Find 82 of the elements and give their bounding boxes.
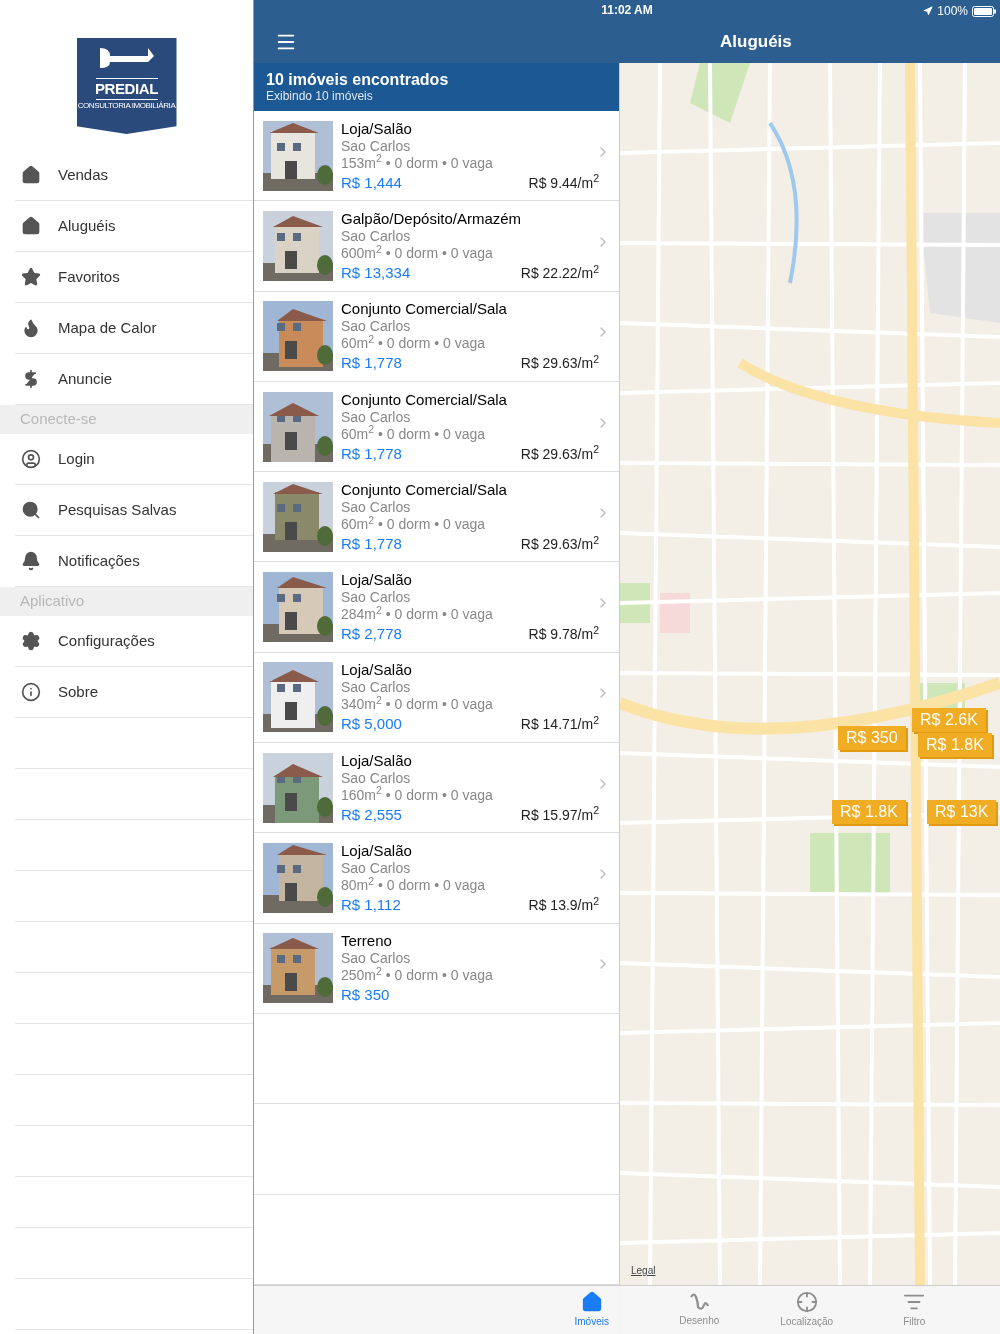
listing-price: R$ 5,000 xyxy=(341,714,402,734)
home-icon xyxy=(21,165,41,185)
status-time: 11:02 AM xyxy=(601,2,653,19)
price-per-area: R$ 29.63/m$^{2}$ xyxy=(520,534,599,553)
menu-item[interactable]: Anuncie xyxy=(15,354,253,404)
listing-price: R$ 350 xyxy=(341,985,390,1005)
listing-details: 80m$^{2}$ • 0 dorm • 0 vaga xyxy=(341,877,487,894)
listing-city: Sao Carlos xyxy=(341,318,412,335)
battery-icon xyxy=(972,5,996,17)
listing-details: 600m$^{2}$ • 0 dorm • 0 vaga xyxy=(341,244,494,262)
listing-details: 60m$^{2}$ • 0 dorm • 0 vaga xyxy=(341,515,487,533)
price-per-area: R$ 9.44/m$^{2}$ xyxy=(528,173,599,192)
listing-price: R$ 1,778 xyxy=(341,443,402,463)
listing-type: Loja/Salão xyxy=(341,751,413,770)
listing-details: 153m$^{2}$ • 0 dorm • 0 vaga xyxy=(341,154,494,172)
price-per-area: R$ 15.97/m$^{2}$ xyxy=(520,805,599,824)
results-count: 10 imóveis encontrados xyxy=(266,70,450,89)
logo-name: PREDIAL xyxy=(94,79,159,99)
listing-details: 250m$^{2}$ • 0 dorm • 0 vaga xyxy=(341,967,494,985)
listing-price: R$ 1,112 xyxy=(341,895,401,914)
menu-item[interactable]: Pesquisas Salvas xyxy=(15,485,253,535)
listing-type: Loja/Salão xyxy=(341,842,413,860)
listing-details: 60m$^{2}$ • 0 dorm • 0 vaga xyxy=(341,335,487,353)
locate-icon xyxy=(795,1291,818,1313)
price-per-area: R$ 29.63/m$^{2}$ xyxy=(520,354,599,373)
legal-link[interactable]: Legal xyxy=(631,1263,656,1278)
listing-type: Loja/Salão xyxy=(341,661,413,680)
price-per-area: R$ 14.71/m$^{2}$ xyxy=(520,715,599,734)
listing-details: 340m$^{2}$ • 0 dorm • 0 vaga xyxy=(341,696,494,714)
price-per-area: R$ 22.22/m$^{2}$ xyxy=(520,263,599,282)
price-per-area: R$ 13.9/m$^{2}$ xyxy=(528,896,599,914)
user-icon xyxy=(21,449,41,469)
listing-type: Galpão/Depósito/Armazém xyxy=(341,209,523,228)
listing-price: R$ 1,444 xyxy=(341,172,402,192)
listing-price: R$ 1,778 xyxy=(341,353,402,373)
star-icon xyxy=(21,267,41,287)
info-icon xyxy=(21,682,41,702)
menu-item[interactable]: Configurações xyxy=(15,616,253,666)
bell-icon xyxy=(21,551,41,571)
menu-item[interactable]: Mapa de Calor xyxy=(15,303,253,353)
listing-city: Sao Carlos xyxy=(341,227,412,245)
results-subtitle: Exibindo 10 imóveis xyxy=(266,89,374,104)
menu-item[interactable]: Sobre xyxy=(15,667,253,717)
search-icon xyxy=(21,500,41,520)
price-per-area: R$ 9.78/m$^{2}$ xyxy=(528,625,599,644)
listing-city: Sao Carlos xyxy=(341,950,412,967)
listing-price: R$ 2,778 xyxy=(341,624,402,644)
listing-type: Loja/Salão xyxy=(341,571,413,590)
listing-city: Sao Carlos xyxy=(341,408,412,425)
location-icon xyxy=(923,6,934,16)
menu-item[interactable]: Login xyxy=(15,434,253,484)
listing-price: R$ 2,555 xyxy=(341,804,402,824)
listing-city: Sao Carlos xyxy=(341,498,412,516)
listing-city: Sao Carlos xyxy=(341,679,412,696)
menu-item[interactable]: Favoritos xyxy=(15,252,253,302)
menu-item[interactable]: Aluguéis xyxy=(15,201,253,251)
listing-city: Sao Carlos xyxy=(341,769,412,786)
listing-price: R$ 1,778 xyxy=(341,533,402,553)
squiggle-icon xyxy=(688,1292,711,1312)
listing-type: Loja/Salão xyxy=(341,119,413,138)
listing-details: 60m$^{2}$ • 0 dorm • 0 vaga xyxy=(341,425,487,443)
listing-city: Sao Carlos xyxy=(341,137,412,154)
battery-level: 100% xyxy=(937,3,968,20)
price-per-area: R$ 29.63/m$^{2}$ xyxy=(520,444,599,463)
page-title: Aluguéis xyxy=(720,30,792,53)
logo-tagline: CONSULTORIA IMOBILIÁRIA xyxy=(77,100,176,111)
menu-item[interactable]: Vendas xyxy=(15,150,253,200)
listing-city: Sao Carlos xyxy=(341,860,412,877)
tab[interactable]: Imóveis xyxy=(538,1291,646,1329)
listing-city: Sao Carlos xyxy=(341,589,412,606)
listing-type: Conjunto Comercial/Sala xyxy=(341,300,508,319)
settings-icon xyxy=(21,631,41,651)
listing-details: 284m$^{2}$ • 0 dorm • 0 vaga xyxy=(341,606,494,624)
home-icon xyxy=(21,216,41,236)
menu-item[interactable]: Notificações xyxy=(15,536,253,586)
listing-price: R$ 13,334 xyxy=(341,262,411,282)
listing-type: Conjunto Comercial/Sala xyxy=(341,480,508,499)
home-icon xyxy=(580,1291,603,1313)
listing-type: Terreno xyxy=(341,932,393,951)
listing-type: Conjunto Comercial/Sala xyxy=(341,390,508,409)
flame-icon xyxy=(21,318,41,338)
listing-details: 160m$^{2}$ • 0 dorm • 0 vaga xyxy=(341,786,494,804)
